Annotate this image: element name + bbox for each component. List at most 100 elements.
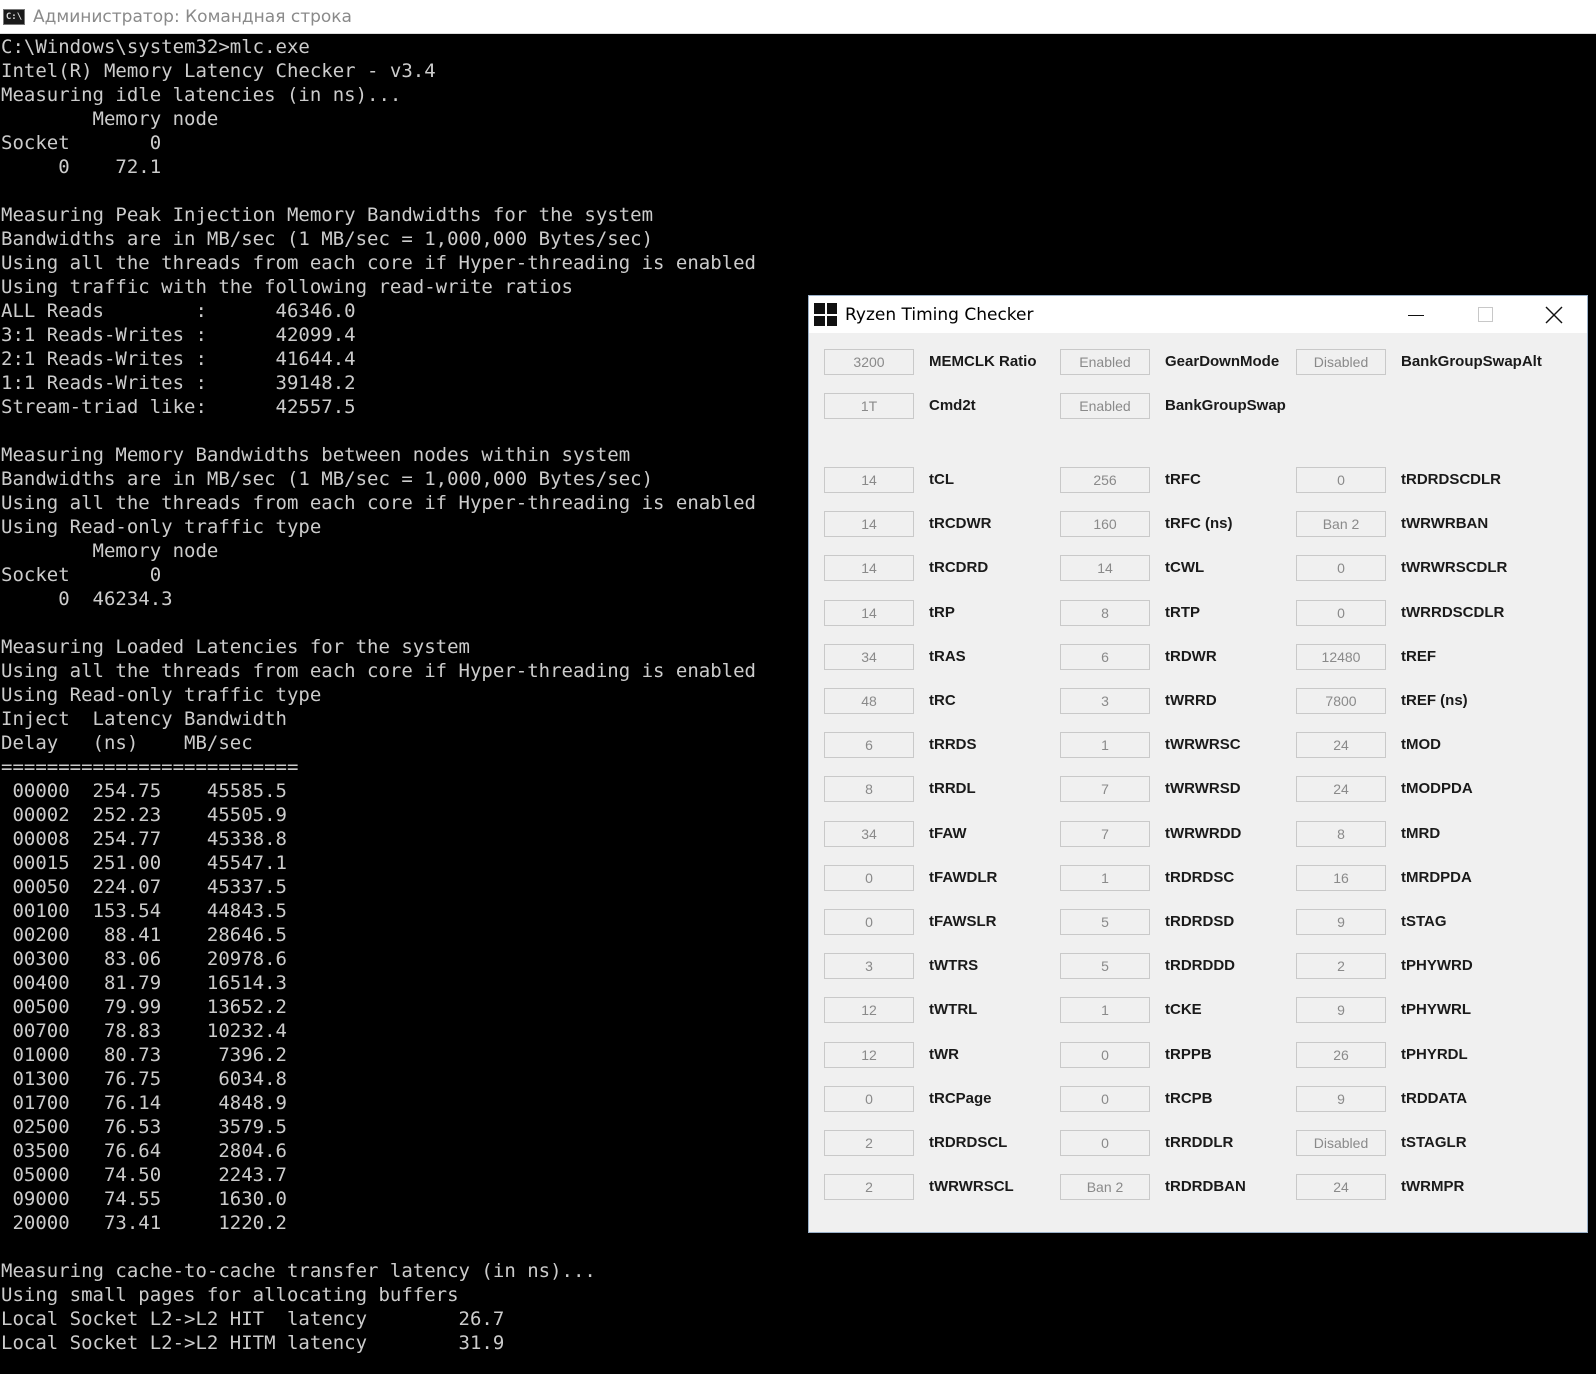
- timing-value-field[interactable]: 14: [824, 511, 914, 537]
- timing-value-field[interactable]: 0: [1296, 467, 1386, 493]
- timing-value-field[interactable]: 7: [1060, 821, 1150, 847]
- timing-value-field[interactable]: 3: [824, 953, 914, 979]
- timing-twrrdscdlr: 0 tWRRDSCDLR: [1296, 600, 1526, 626]
- timing-label: tWRWRSC: [1165, 736, 1241, 753]
- timing-value-field[interactable]: 1: [1060, 997, 1150, 1023]
- close-button[interactable]: [1531, 296, 1577, 333]
- timing-value-field[interactable]: 1T: [824, 393, 914, 419]
- timing-value-field[interactable]: 14: [1060, 555, 1150, 581]
- console-titlebar[interactable]: C:\ Администратор: Командная строка: [0, 0, 1596, 34]
- timing-value-field[interactable]: Disabled: [1296, 1130, 1386, 1156]
- timing-value-field[interactable]: 16: [1296, 865, 1386, 891]
- timing-tref: 12480 tREF: [1296, 644, 1526, 670]
- timing-value-field[interactable]: 1: [1060, 732, 1150, 758]
- timing-value-field[interactable]: 0: [1296, 600, 1386, 626]
- timing-value-field[interactable]: 34: [824, 821, 914, 847]
- timing-label: tWRWRBAN: [1401, 515, 1489, 532]
- minimize-button[interactable]: [1393, 296, 1439, 333]
- rtc-timings-panel: 3200 MEMCLK Ratio Enabled GearDownMode Disab…: [809, 333, 1587, 1233]
- timing-value-field[interactable]: 0: [1296, 555, 1386, 581]
- timing-trdwr: 6 tRDWR: [1060, 644, 1290, 670]
- timing-trdrdscl: 2 tRDRDSCL: [824, 1130, 1054, 1156]
- timing-label: tRCPage: [929, 1090, 992, 1107]
- timing-value-field[interactable]: 8: [824, 776, 914, 802]
- timing-label: tRDWR: [1165, 648, 1217, 665]
- timing-tfawslr: 0 tFAWSLR: [824, 909, 1054, 935]
- timing-value-field[interactable]: 5: [1060, 909, 1150, 935]
- timing-value-field[interactable]: 8: [1060, 600, 1150, 626]
- timing-value-field[interactable]: 24: [1296, 776, 1386, 802]
- timing-value-field[interactable]: 3200: [824, 349, 914, 375]
- timing-label: MEMCLK Ratio: [929, 353, 1037, 370]
- timing-value-field[interactable]: 34: [824, 644, 914, 670]
- timing-value-field[interactable]: 14: [824, 467, 914, 493]
- timing-value-field[interactable]: 14: [824, 600, 914, 626]
- console-line: Bandwidths are in MB/sec (1 MB/sec = 1,0…: [1, 228, 654, 250]
- console-line: Memory node: [1, 108, 219, 130]
- timing-label: tWRRD: [1165, 692, 1217, 709]
- timing-value-field[interactable]: 9: [1296, 1086, 1386, 1112]
- timing-twtrl: 12 tWTRL: [824, 997, 1054, 1023]
- timing-value-field[interactable]: 26: [1296, 1042, 1386, 1068]
- timing-value-field[interactable]: 160: [1060, 511, 1150, 537]
- timing-value-field[interactable]: 0: [824, 865, 914, 891]
- timing-value-field[interactable]: 0: [824, 909, 914, 935]
- timing-value-field[interactable]: 24: [1296, 1174, 1386, 1200]
- rtc-window-title: Ryzen Timing Checker: [845, 304, 1034, 325]
- timing-value-field[interactable]: 5: [1060, 953, 1150, 979]
- timing-value-field[interactable]: Ban 2: [1296, 511, 1386, 537]
- timing-label: tWRWRDD: [1165, 825, 1242, 842]
- timing-value-field[interactable]: 12: [824, 1042, 914, 1068]
- timing-label: tWRRDSCDLR: [1401, 604, 1505, 621]
- timing-label: tRP: [929, 604, 955, 621]
- timing-value-field[interactable]: Enabled: [1060, 349, 1150, 375]
- timing-value-field[interactable]: 0: [824, 1086, 914, 1112]
- timing-value-field[interactable]: 0: [1060, 1130, 1150, 1156]
- timing-value-field[interactable]: 0: [1060, 1086, 1150, 1112]
- rtc-titlebar[interactable]: Ryzen Timing Checker: [809, 296, 1587, 333]
- timing-value-field[interactable]: 14: [824, 555, 914, 581]
- timing-value-field[interactable]: 0: [1060, 1042, 1150, 1068]
- timing-label: tRPPB: [1165, 1046, 1212, 1063]
- timing-value-field[interactable]: 7800: [1296, 688, 1386, 714]
- timing-value-field[interactable]: 2: [824, 1130, 914, 1156]
- timing-value-field[interactable]: 12480: [1296, 644, 1386, 670]
- timing-tphyrdl: 26 tPHYRDL: [1296, 1042, 1526, 1068]
- timing-value-field[interactable]: 256: [1060, 467, 1150, 493]
- console-line: Using all the threads from each core if …: [1, 252, 756, 274]
- timing-trrdl: 8 tRRDL: [824, 776, 1054, 802]
- timing-value-field[interactable]: 48: [824, 688, 914, 714]
- timing-label: tWRWRSD: [1165, 780, 1241, 797]
- timing-value-field[interactable]: 12: [824, 997, 914, 1023]
- timing-label: tRAS: [929, 648, 966, 665]
- timing-value-field[interactable]: 2: [824, 1174, 914, 1200]
- timing-value-field[interactable]: 8: [1296, 821, 1386, 847]
- timing-twrwrdd: 7 tWRWRDD: [1060, 821, 1290, 847]
- timing-label: tRCPB: [1165, 1090, 1213, 1107]
- timing-value-field[interactable]: Ban 2: [1060, 1174, 1150, 1200]
- maximize-icon: [1477, 307, 1493, 322]
- timing-value-field[interactable]: Disabled: [1296, 349, 1386, 375]
- timing-value-field[interactable]: 2: [1296, 953, 1386, 979]
- timing-value-field[interactable]: 6: [824, 732, 914, 758]
- timing-label: tMRDPDA: [1401, 869, 1472, 886]
- timing-label: tRDRDSD: [1165, 913, 1235, 930]
- timing-value-field[interactable]: 9: [1296, 997, 1386, 1023]
- timing-value-field[interactable]: 7: [1060, 776, 1150, 802]
- timing-value-field[interactable]: 9: [1296, 909, 1386, 935]
- timing-label: BankGroupSwap: [1165, 397, 1286, 414]
- timing-label: tWRMPR: [1401, 1178, 1465, 1195]
- timing-value-field[interactable]: 3: [1060, 688, 1150, 714]
- maximize-button[interactable]: [1462, 296, 1508, 333]
- timing-label: tRDRDDD: [1165, 957, 1235, 974]
- timing-value-field[interactable]: 1: [1060, 865, 1150, 891]
- timing-label: tFAWSLR: [929, 913, 997, 930]
- timing-value-field[interactable]: Enabled: [1060, 393, 1150, 419]
- timing-label: tRRDDLR: [1165, 1134, 1234, 1151]
- timing-value-field[interactable]: 24: [1296, 732, 1386, 758]
- timing-tcwl: 14 tCWL: [1060, 555, 1290, 581]
- timing-tphywrl: 9 tPHYWRL: [1296, 997, 1526, 1023]
- timing-tmod: 24 tMOD: [1296, 732, 1526, 758]
- timing-value-field[interactable]: 6: [1060, 644, 1150, 670]
